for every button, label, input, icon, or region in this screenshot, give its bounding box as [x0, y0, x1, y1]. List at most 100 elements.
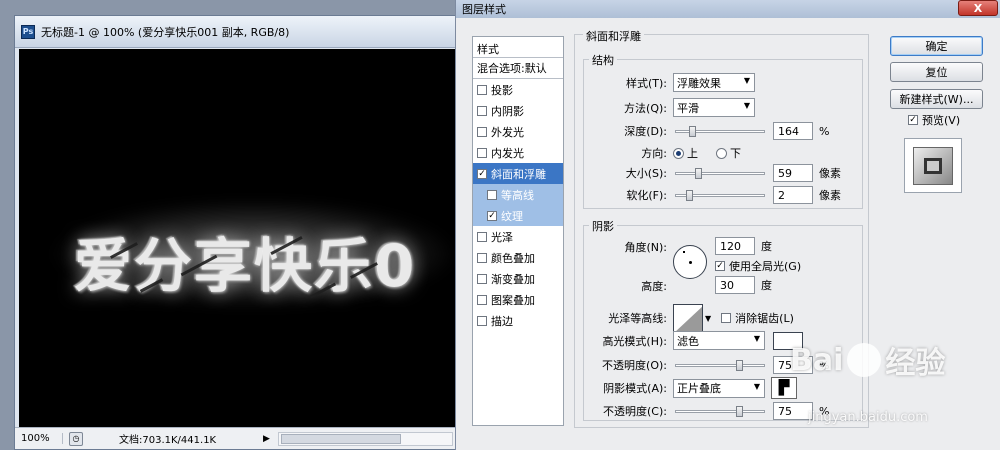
highlight-opacity-thumb[interactable] [736, 359, 743, 371]
checkbox-icon[interactable] [477, 252, 487, 263]
document-window[interactable]: Ps 无标题-1 @ 100% (爱分享快乐001 副本, RGB/8) 爱分享… [14, 15, 458, 450]
style-item-8[interactable]: 颜色叠加 [473, 247, 563, 268]
depth-slider[interactable] [675, 125, 765, 137]
depth-input[interactable]: 164 [773, 122, 813, 140]
chevron-down-icon: ▼ [753, 334, 760, 343]
dialog-titlebar[interactable]: 图层样式 X [456, 0, 1000, 18]
highlight-mode-dropdown[interactable]: 滤色 ▼ [673, 331, 765, 350]
checkbox-icon[interactable] [477, 315, 487, 326]
style-list-header[interactable]: 样式 [473, 37, 563, 58]
style-row: 样式(T): 浮雕效果 ▼ [597, 73, 755, 92]
shadow-opacity-row: 不透明度(C): 75 % [597, 402, 829, 420]
method-row: 方法(Q): 平滑 ▼ [597, 98, 755, 117]
highlight-opacity-slider[interactable] [675, 359, 765, 371]
ok-button[interactable]: 确定 [890, 36, 983, 56]
style-item-5[interactable]: 等高线 [473, 184, 563, 205]
altitude-row: 高度: [597, 278, 667, 294]
preview-label: 预览(V) [922, 114, 961, 127]
style-item-3[interactable]: 内发光 [473, 142, 563, 163]
style-item-label: 纹理 [501, 209, 523, 223]
direction-up-option[interactable]: 上 [673, 145, 698, 161]
depth-slider-thumb[interactable] [689, 125, 696, 137]
style-item-7[interactable]: 光泽 [473, 226, 563, 247]
style-preview [904, 138, 962, 193]
checkbox-checked-icon[interactable]: ✓ [477, 168, 487, 179]
checkbox-checked-icon[interactable]: ✓ [487, 210, 497, 221]
style-item-label: 描边 [491, 314, 513, 328]
status-menu-icon[interactable]: ◷ [69, 431, 83, 446]
direction-down-label: 下 [730, 147, 741, 160]
shadow-opacity-input[interactable]: 75 [773, 402, 813, 420]
horizontal-scrollbar[interactable] [277, 431, 453, 446]
direction-down-option[interactable]: 下 [716, 145, 741, 161]
baidu-paw-icon [847, 343, 882, 377]
checkbox-icon[interactable] [487, 189, 497, 200]
checkbox-icon[interactable] [477, 231, 487, 242]
shadow-mode-label: 阴影模式(A): [603, 382, 667, 395]
style-item-11[interactable]: 描边 [473, 310, 563, 331]
preview-shape-icon [924, 157, 942, 174]
global-light-label: 使用全局光(G) [729, 260, 802, 273]
document-titlebar[interactable]: Ps 无标题-1 @ 100% (爱分享快乐001 副本, RGB/8) [15, 16, 457, 48]
style-item-1[interactable]: 内阴影 [473, 100, 563, 121]
depth-label: 深度(D): [624, 125, 667, 138]
shadow-opacity-slider[interactable] [675, 405, 765, 417]
style-item-label: 外发光 [491, 125, 524, 139]
checkbox-icon[interactable] [477, 84, 487, 95]
angle-center-dot [689, 261, 692, 264]
shadow-opacity-label: 不透明度(C): [603, 405, 667, 418]
style-item-label: 渐变叠加 [491, 272, 535, 286]
antialias-checkbox[interactable] [721, 313, 732, 323]
style-item-6[interactable]: ✓ 纹理 [473, 205, 563, 226]
document-statusbar: 100% ◷ 文档:703.1K/441.1K ▶ [15, 427, 457, 449]
shadow-opacity-thumb[interactable] [736, 405, 743, 417]
status-arrow-icon[interactable]: ▶ [263, 434, 270, 444]
global-light-checkbox[interactable]: ✓ [715, 261, 725, 271]
altitude-input[interactable]: 30 [715, 276, 755, 294]
new-style-button[interactable]: 新建样式(W)... [890, 89, 983, 109]
style-item-label: 内阴影 [491, 104, 524, 118]
checkbox-icon[interactable] [477, 105, 487, 116]
dialog-title: 图层样式 [462, 3, 506, 16]
radio-selected-icon[interactable] [673, 147, 684, 159]
gloss-contour-picker[interactable] [673, 304, 703, 332]
style-item-4[interactable]: ✓ 斜面和浮雕 [473, 163, 563, 184]
soften-slider-thumb[interactable] [686, 189, 693, 201]
soften-slider[interactable] [675, 189, 765, 201]
preview-checkbox[interactable]: ✓ [908, 115, 918, 125]
checkbox-icon[interactable] [477, 294, 487, 305]
size-slider-thumb[interactable] [695, 167, 702, 179]
canvas[interactable]: 爱分享快乐0 [19, 49, 455, 427]
chevron-down-icon: ▼ [743, 76, 750, 85]
size-input[interactable]: 59 [773, 164, 813, 182]
gloss-contour-row: 光泽等高线: ▼ 消除锯齿(L) [597, 304, 794, 332]
depth-row: 深度(D): 164 % [597, 122, 829, 140]
style-item-0[interactable]: 投影 [473, 79, 563, 100]
checkbox-icon[interactable] [477, 273, 487, 284]
method-dropdown[interactable]: 平滑 ▼ [673, 98, 755, 117]
blend-options-item[interactable]: 混合选项:默认 [473, 58, 563, 79]
angle-input[interactable]: 120 [715, 237, 755, 255]
style-item-2[interactable]: 外发光 [473, 121, 563, 142]
preview-toggle[interactable]: ✓ 预览(V) [908, 112, 960, 128]
checkbox-icon[interactable] [477, 126, 487, 137]
angle-light-marker [683, 251, 685, 253]
shadow-mode-dropdown[interactable]: 正片叠底 ▼ [673, 378, 765, 398]
contour-curve-icon [676, 306, 702, 331]
radio-icon[interactable] [716, 147, 727, 159]
close-button[interactable]: X [958, 0, 998, 16]
angle-dial[interactable] [673, 245, 707, 279]
scrollbar-thumb[interactable] [280, 433, 401, 444]
soften-input[interactable]: 2 [773, 186, 813, 204]
reset-button[interactable]: 复位 [890, 62, 983, 82]
zoom-level-field[interactable]: 100% [15, 433, 63, 444]
style-item-10[interactable]: 图案叠加 [473, 289, 563, 310]
style-item-9[interactable]: 渐变叠加 [473, 268, 563, 289]
checkbox-icon[interactable] [477, 147, 487, 158]
bevel-section-title: 斜面和浮雕 [583, 28, 644, 44]
chevron-down-icon[interactable]: ▼ [705, 314, 711, 323]
size-slider[interactable] [675, 167, 765, 179]
style-dropdown[interactable]: 浮雕效果 ▼ [673, 73, 755, 92]
angle-value-row: 120 度 [715, 237, 772, 255]
size-row: 大小(S): 59 像素 [597, 164, 841, 182]
